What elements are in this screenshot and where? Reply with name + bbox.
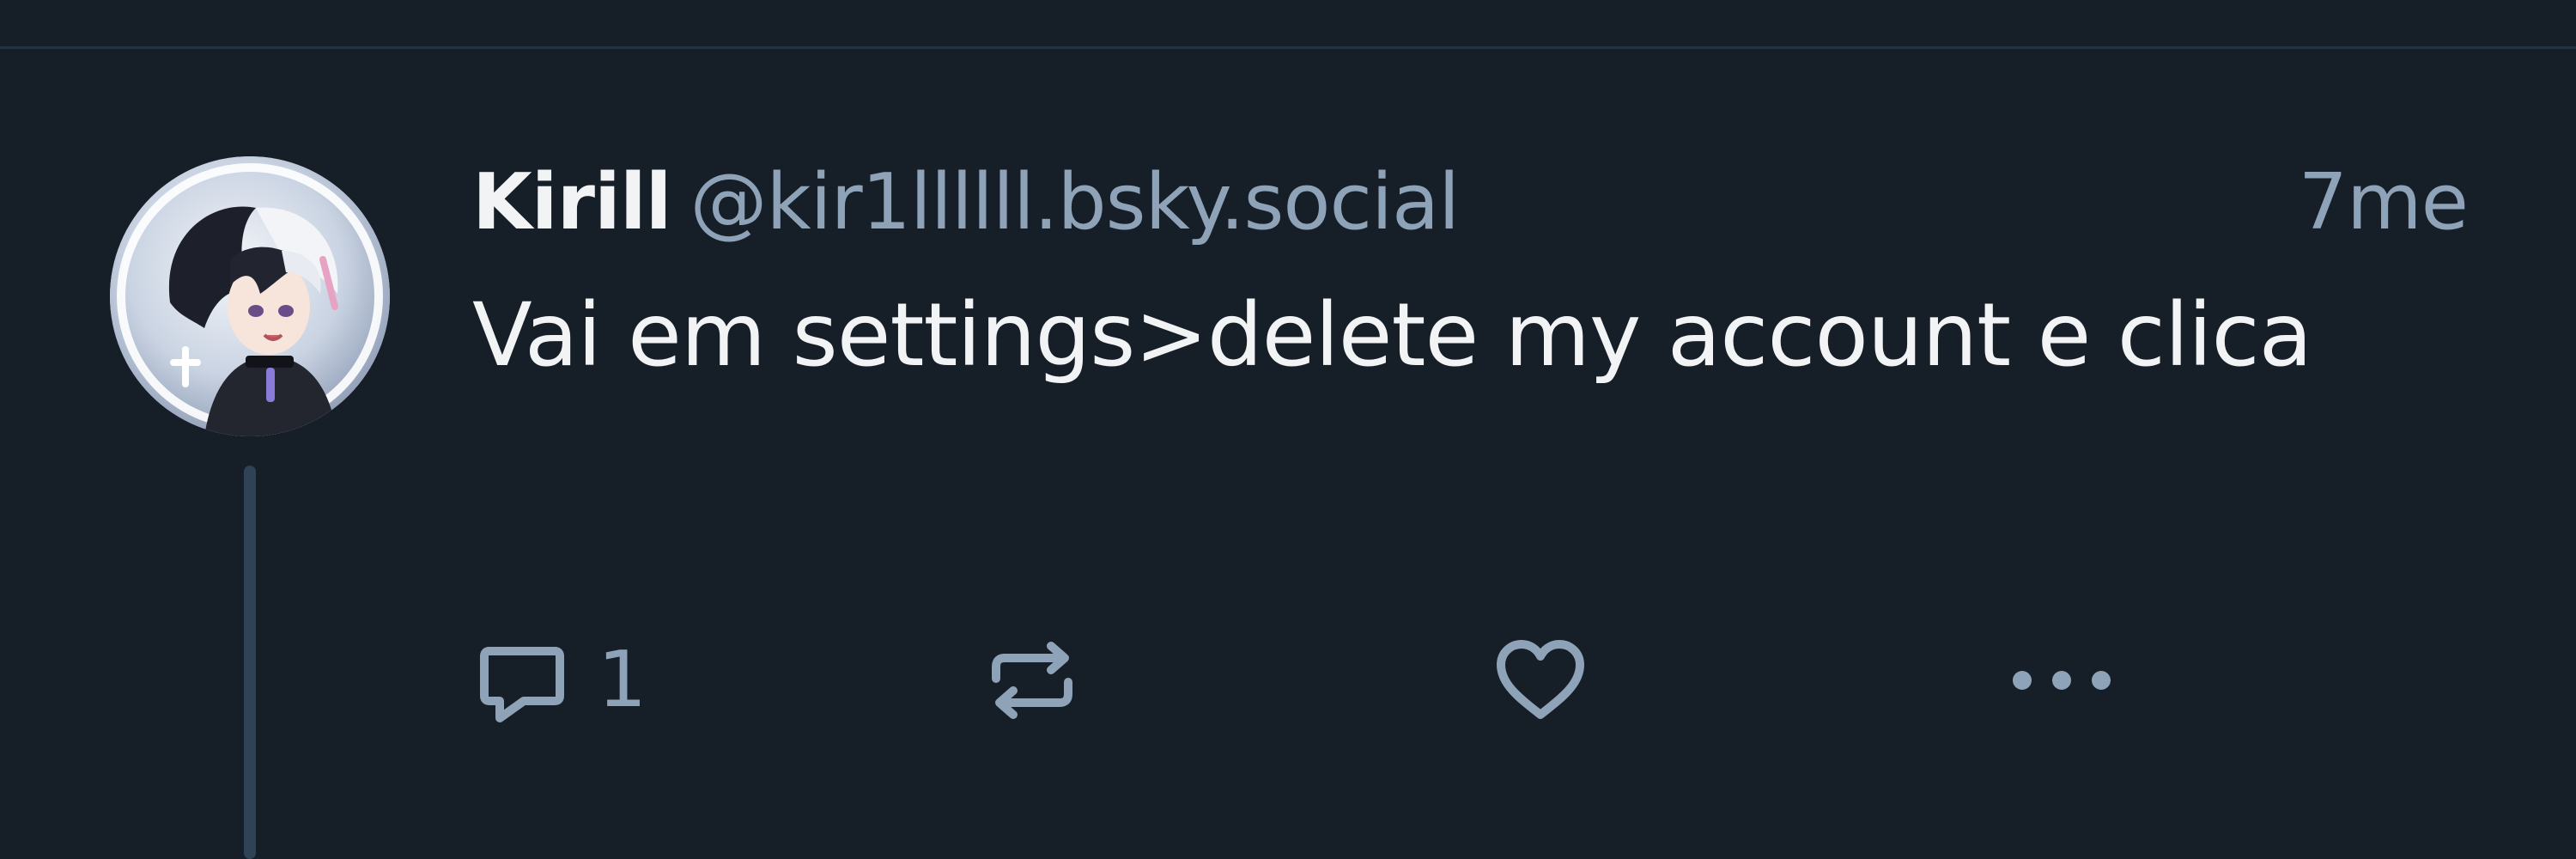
- post-view: Kirill @kir1llllll.bsky.social 7me Vai em…: [0, 0, 2576, 859]
- reply-icon: [471, 629, 574, 732]
- author-handle[interactable]: @kir1llllll.bsky.social: [690, 157, 1461, 247]
- more-options-icon: [1997, 629, 2126, 732]
- reply-button[interactable]: 1: [471, 629, 647, 732]
- post-timestamp[interactable]: 7me: [2299, 160, 2469, 246]
- avatar-image: [110, 156, 390, 436]
- post-text: Vai em settings>delete my account e clic…: [472, 284, 2312, 387]
- author-display-name[interactable]: Kirill: [472, 157, 672, 247]
- repost-button[interactable]: [981, 629, 1084, 732]
- heart-icon: [1489, 629, 1592, 732]
- thread-line: [244, 466, 256, 859]
- post-actions: 1: [471, 629, 2188, 732]
- repost-icon: [981, 629, 1084, 732]
- like-button[interactable]: [1489, 629, 1592, 732]
- top-divider: [0, 46, 2576, 49]
- reply-count: 1: [598, 635, 647, 725]
- post-header: Kirill @kir1llllll.bsky.social: [472, 157, 1461, 247]
- author-avatar[interactable]: [110, 156, 390, 436]
- more-options-button[interactable]: [1997, 629, 2126, 732]
